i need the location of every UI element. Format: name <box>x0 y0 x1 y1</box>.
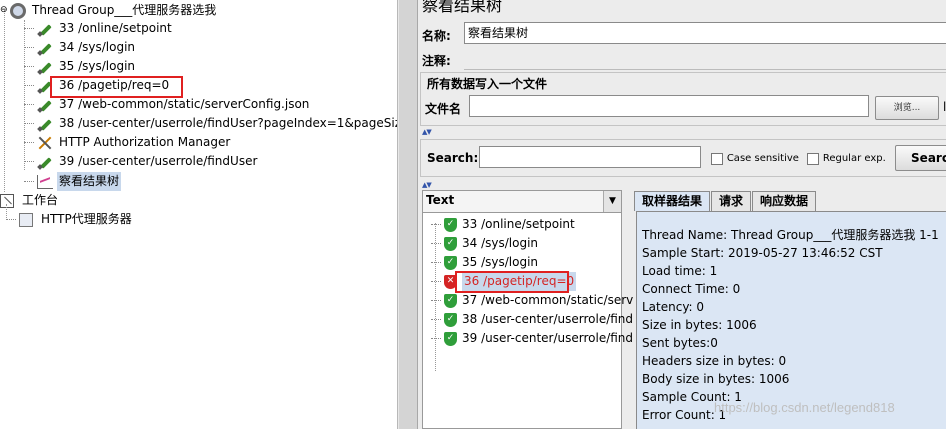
comment-field[interactable] <box>464 48 946 70</box>
dropdown-arrow-icon[interactable]: ▼ <box>603 191 621 212</box>
result-detail: 取样器结果 请求 响应数据 Thread Name: Thread Group_… <box>632 187 946 429</box>
sampler-icon <box>37 40 53 56</box>
proxy-icon <box>19 212 33 227</box>
tools-icon <box>37 135 53 151</box>
sampler-node[interactable]: 34 /sys/login <box>24 38 137 57</box>
collapse-arrows-icon[interactable]: ▲▼ <box>422 181 432 189</box>
highlight-box <box>455 271 569 293</box>
auth-manager-node[interactable]: HTTP Authorization Manager <box>24 133 232 152</box>
sampler-result-text: Thread Name: Thread Group___代理服务器选我 1-1 … <box>642 228 939 422</box>
comment-label: 注释: <box>422 54 451 68</box>
view-results-tree-node[interactable]: 察看结果树 <box>24 172 122 191</box>
file-group-label: 所有数据写入一个文件 <box>427 77 548 91</box>
split-divider[interactable] <box>398 0 418 429</box>
success-shield-icon: ✓ <box>444 293 457 308</box>
filename-input[interactable] <box>469 95 869 117</box>
workbench-icon <box>0 193 14 208</box>
sampler-icon <box>37 97 53 113</box>
result-item[interactable]: ✓ 33 /online/setpoint <box>431 215 575 234</box>
sampler-node[interactable]: 35 /sys/login <box>24 57 137 76</box>
tab-sampler-result[interactable]: 取样器结果 <box>634 191 711 211</box>
tab-request[interactable]: 请求 <box>711 191 752 211</box>
chart-icon <box>37 174 53 189</box>
search-bar: Search: Case sensitive Regular exp. Sear… <box>420 139 946 177</box>
collapse-arrows-icon[interactable]: ▲▼ <box>422 128 432 136</box>
write-to-file-group: 所有数据写入一个文件 文件名 浏览... l <box>420 72 946 126</box>
result-item[interactable]: ✓ 37 /web-common/static/serv <box>431 291 633 310</box>
sampler-node[interactable]: 37 /web-common/static/serverConfig.json <box>24 95 311 114</box>
success-shield-icon: ✓ <box>444 217 457 232</box>
gear-icon <box>10 2 26 19</box>
proxy-server-node[interactable]: HTTP代理服务器 <box>6 210 134 229</box>
tab-response-data[interactable]: 响应数据 <box>752 191 817 211</box>
sampler-node[interactable]: 39 /user-center/userrole/findUser <box>24 152 259 171</box>
workbench-node[interactable]: 工作台 <box>0 191 60 210</box>
sampler-node[interactable]: 38 /user-center/userrole/findUser?pageIn… <box>24 114 397 133</box>
detail-tabs: 取样器结果 请求 响应数据 <box>634 191 817 211</box>
case-sensitive-option[interactable]: Case sensitive <box>711 151 799 165</box>
result-item[interactable]: ✓ 35 /sys/login <box>431 253 538 272</box>
sampler-icon <box>37 21 53 37</box>
result-item[interactable]: ✓ 34 /sys/login <box>431 234 538 253</box>
watermark-text: https://blog.csdn.net/legend818 <box>714 400 895 415</box>
browse-button[interactable]: 浏览... <box>875 96 939 120</box>
search-input[interactable] <box>479 146 701 168</box>
view-results-tree-panel: 察看结果树 名称: 察看结果树 注释: 所有数据写入一个文件 文件名 浏览...… <box>418 0 946 429</box>
sampler-icon <box>37 116 53 132</box>
result-item[interactable]: ✓ 39 /user-center/userrole/find <box>431 329 633 348</box>
checkbox[interactable] <box>807 152 819 165</box>
regex-option[interactable]: Regular exp. <box>807 151 886 165</box>
thread-group-node[interactable]: ⊖ Thread Group___代理服务器选我 <box>0 1 218 20</box>
success-shield-icon: ✓ <box>444 331 457 346</box>
panel-title: 察看结果树 <box>422 0 503 15</box>
name-label: 名称: <box>422 29 451 43</box>
sampler-node[interactable]: 33 /online/setpoint <box>24 19 174 38</box>
sampler-icon <box>37 154 53 170</box>
name-field[interactable]: 察看结果树 <box>464 22 946 44</box>
success-shield-icon: ✓ <box>444 312 457 327</box>
search-button[interactable]: Searc <box>895 145 946 171</box>
search-label: Search: <box>427 151 479 165</box>
test-plan-tree: ⊖ Thread Group___代理服务器选我 33 /online/setp… <box>0 0 398 429</box>
success-shield-icon: ✓ <box>444 236 457 251</box>
sampler-result-panel: Thread Name: Thread Group___代理服务器选我 1-1 … <box>636 211 946 429</box>
checkbox[interactable] <box>711 152 723 165</box>
success-shield-icon: ✓ <box>444 255 457 270</box>
expand-icon[interactable]: ⊖ <box>0 1 10 20</box>
sampler-icon <box>37 59 53 75</box>
result-item[interactable]: ✓ 38 /user-center/userrole/find <box>431 310 633 329</box>
filename-label: 文件名 <box>425 102 462 116</box>
renderer-select[interactable]: Text ▼ <box>423 191 621 213</box>
results-tree: Text ▼ ✓ 33 /online/setpoint ✓ 34 /sys/l… <box>422 190 633 429</box>
